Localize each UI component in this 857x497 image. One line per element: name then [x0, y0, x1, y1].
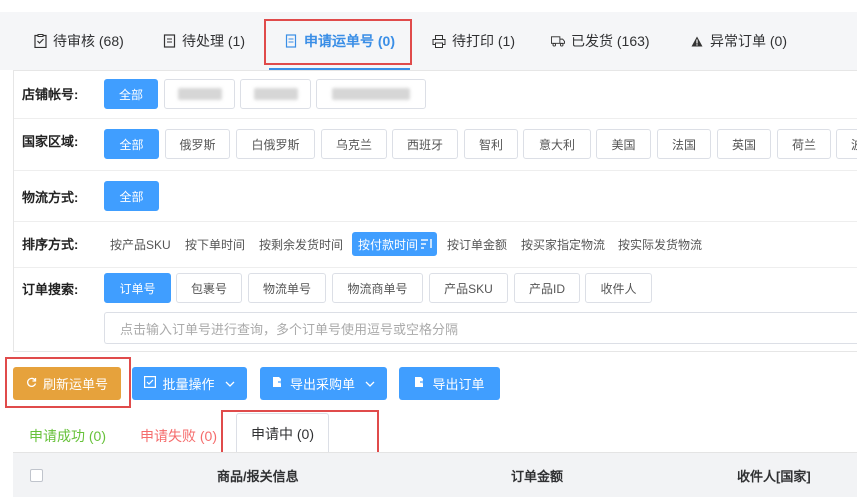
- store-label: 店铺帐号:: [22, 87, 79, 102]
- truck-icon: [551, 34, 565, 48]
- country-option[interactable]: 英国: [717, 129, 771, 159]
- button-label: 刷新运单号: [42, 377, 108, 392]
- country-option[interactable]: 意大利: [523, 129, 591, 159]
- printer-icon: [432, 34, 446, 48]
- document-icon: [162, 34, 176, 48]
- sort-option-active[interactable]: 按付款时间: [352, 232, 437, 256]
- batch-operation-button[interactable]: 批量操作: [132, 367, 247, 400]
- tab-apply-tracking[interactable]: 申请运单号 (0): [284, 12, 395, 70]
- button-label: 导出采购单: [289, 377, 355, 392]
- tab-exception[interactable]: 异常订单 (0): [690, 12, 787, 70]
- store-option-1[interactable]: [164, 79, 235, 109]
- country-option[interactable]: 法国: [657, 129, 711, 159]
- order-table-header: 商品/报关信息 订单金额 收件人[国家]: [13, 452, 857, 497]
- tab-label: 异常订单 (0): [710, 33, 787, 49]
- search-type-option[interactable]: 收件人: [585, 273, 652, 303]
- divider: [14, 221, 857, 222]
- search-type-option[interactable]: 产品SKU: [429, 273, 508, 303]
- column-header-product: 商品/报关信息: [217, 469, 299, 484]
- country-option[interactable]: 荷兰: [777, 129, 831, 159]
- warning-icon: [690, 34, 704, 48]
- country-option[interactable]: 俄罗斯: [165, 129, 230, 159]
- search-type-option[interactable]: 包裹号: [176, 273, 242, 303]
- tab-label: 已发货 (163): [571, 33, 650, 49]
- divider: [14, 118, 857, 119]
- tab-pending-process[interactable]: 待处理 (1): [162, 12, 245, 70]
- search-label: 订单搜索:: [22, 282, 79, 297]
- sort-option[interactable]: 按订单金额: [447, 232, 507, 256]
- sort-option-label: 按付款时间: [358, 237, 419, 252]
- chevron-down-icon: [225, 381, 235, 387]
- export-orders-button[interactable]: 导出订单: [399, 367, 500, 400]
- status-tab-success[interactable]: 申请成功 (0): [29, 426, 106, 446]
- export-purchase-button[interactable]: 导出采购单: [260, 367, 387, 400]
- tab-label: 待打印 (1): [452, 33, 515, 49]
- country-option[interactable]: 白俄罗斯: [236, 129, 315, 159]
- sort-option[interactable]: 按买家指定物流: [521, 232, 605, 256]
- checkbox-edit-icon: [144, 376, 157, 391]
- tab-label: 申请运单号 (0): [304, 33, 395, 49]
- sort-desc-icon: [421, 239, 433, 249]
- sort-option[interactable]: 按剩余发货时间: [259, 232, 343, 256]
- country-option-all[interactable]: 全部: [104, 129, 159, 159]
- button-label: 批量操作: [162, 377, 215, 392]
- status-tab-failed[interactable]: 申请失败 (0): [140, 426, 217, 446]
- country-option[interactable]: 智利: [464, 129, 518, 159]
- country-option[interactable]: 波: [836, 129, 857, 159]
- search-type-option-active[interactable]: 订单号: [104, 273, 171, 303]
- search-type-option[interactable]: 物流单号: [248, 273, 326, 303]
- divider: [14, 170, 857, 171]
- country-option[interactable]: 乌克兰: [321, 129, 387, 159]
- tab-label: 待审核 (68): [53, 33, 124, 49]
- store-option-2[interactable]: [240, 79, 311, 109]
- tab-pending-review[interactable]: 待审核 (68): [33, 12, 124, 70]
- export-file-icon: [414, 376, 427, 391]
- export-file-icon: [272, 376, 284, 391]
- country-option[interactable]: 美国: [596, 129, 651, 159]
- tab-label: 待处理 (1): [182, 33, 245, 49]
- select-all-checkbox[interactable]: [30, 469, 43, 482]
- sort-option[interactable]: 按下单时间: [185, 232, 245, 256]
- country-label: 国家区域:: [22, 134, 79, 149]
- order-status-tabs: 待审核 (68) 待处理 (1) 申请运单号 (0) 待打印 (1) 已发货 (…: [0, 12, 857, 70]
- country-option[interactable]: 西班牙: [392, 129, 458, 159]
- refresh-tracking-button[interactable]: 刷新运单号: [13, 367, 121, 400]
- logistics-label: 物流方式:: [22, 190, 79, 205]
- clipboard-check-icon: [33, 34, 47, 48]
- order-search-input[interactable]: 点击输入订单号进行查询，多个订单号使用逗号或空格分隔: [104, 312, 857, 344]
- status-tab-pending[interactable]: 申请中 (0): [236, 413, 329, 453]
- sort-option[interactable]: 按产品SKU: [110, 232, 171, 256]
- chevron-down-icon: [365, 381, 375, 387]
- divider: [14, 267, 857, 268]
- column-header-recipient: 收件人[国家]: [737, 469, 811, 484]
- search-type-option[interactable]: 产品ID: [514, 273, 580, 303]
- sort-label: 排序方式:: [22, 237, 79, 252]
- button-label: 导出订单: [432, 377, 485, 392]
- column-header-amount: 订单金额: [511, 469, 564, 484]
- filter-panel: 店铺帐号: 全部 国家区域: 全部 俄罗斯 白俄罗斯 乌克兰 西班牙 智利 意大…: [13, 70, 857, 352]
- receipt-icon: [284, 34, 298, 48]
- logistics-all-button[interactable]: 全部: [104, 181, 159, 211]
- store-all-button[interactable]: 全部: [104, 79, 158, 109]
- tab-pending-print[interactable]: 待打印 (1): [432, 12, 515, 70]
- refresh-icon: [26, 377, 37, 391]
- tab-shipped[interactable]: 已发货 (163): [551, 12, 650, 70]
- sort-option[interactable]: 按实际发货物流: [618, 232, 702, 256]
- store-option-3[interactable]: [316, 79, 426, 109]
- search-type-option[interactable]: 物流商单号: [332, 273, 423, 303]
